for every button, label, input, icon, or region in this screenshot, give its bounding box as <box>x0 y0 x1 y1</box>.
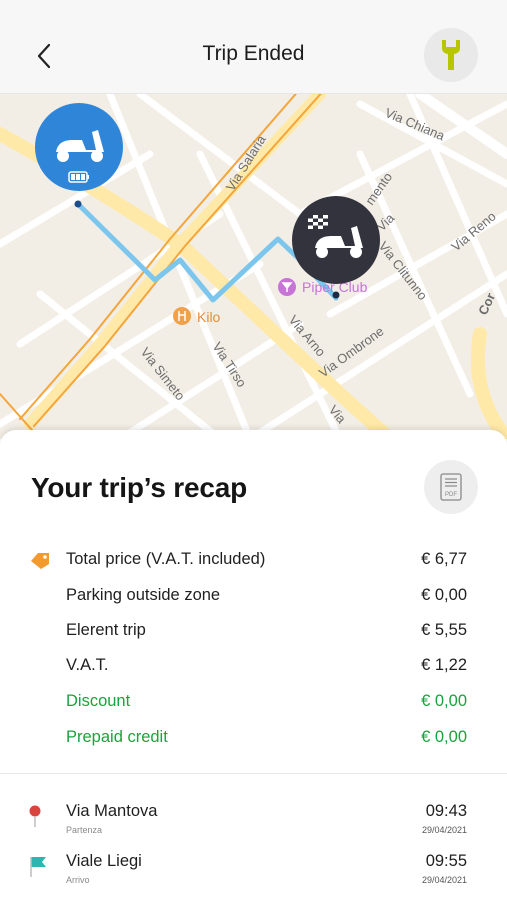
price-row-parking: Parking outside zone € 0,00 <box>0 582 507 612</box>
price-value: € 0,00 <box>421 728 467 746</box>
price-value: € 5,55 <box>421 621 467 639</box>
price-row-discount: Discount € 0,00 <box>0 688 507 718</box>
stop-time: 09:43 <box>425 802 467 820</box>
stop-name: Viale Liegi <box>66 852 142 870</box>
price-value: € 1,22 <box>421 656 467 674</box>
service-button[interactable] <box>424 28 478 82</box>
poi-kilo[interactable]: Kilo <box>173 307 221 325</box>
price-label: Elerent trip <box>66 621 146 639</box>
map-canvas: Via Chiana Via Salaria Via Clitunno Via … <box>0 94 507 439</box>
stop-name: Via Mantova <box>66 802 158 820</box>
stop-label: Partenza <box>66 825 103 835</box>
stop-label: Arrivo <box>66 875 90 885</box>
route-map[interactable]: Via Chiana Via Salaria Via Clitunno Via … <box>0 94 507 439</box>
recap-title: Your trip’s recap <box>31 472 247 503</box>
price-label: Prepaid credit <box>66 728 168 746</box>
pdf-receipt-button[interactable]: PDF <box>424 460 478 514</box>
svg-text:PDF: PDF <box>445 492 457 498</box>
price-value: € 0,00 <box>421 692 467 710</box>
stop-date: 29/04/2021 <box>421 875 467 885</box>
start-scooter-marker[interactable] <box>35 103 123 191</box>
start-pin-icon <box>29 805 41 827</box>
pdf-document-icon: PDF <box>440 473 462 501</box>
price-label: Parking outside zone <box>66 586 221 604</box>
trip-recap-sheet: Your trip’s recap PDF Total price (V.A.T… <box>0 430 507 900</box>
price-row-total: Total price (V.A.T. included) € 6,77 <box>0 546 507 576</box>
price-label: V.A.T. <box>66 656 109 674</box>
stop-time: 09:55 <box>425 852 467 870</box>
finish-flag-icon <box>30 857 46 877</box>
price-label: Discount <box>66 692 131 710</box>
end-finish-marker[interactable] <box>292 196 380 284</box>
price-row-vat: V.A.T. € 1,22 <box>0 652 507 682</box>
trip-start-row: Via Mantova Partenza 09:43 29/04/2021 <box>0 802 507 846</box>
top-bar: Trip Ended <box>0 0 507 94</box>
stop-date: 29/04/2021 <box>421 825 467 835</box>
price-label: Total price (V.A.T. included) <box>66 550 266 568</box>
price-row-trip: Elerent trip € 5,55 <box>0 617 507 647</box>
price-value: € 0,00 <box>421 586 467 604</box>
price-value: € 6,77 <box>421 550 467 568</box>
divider <box>0 773 507 774</box>
wrench-icon <box>442 40 460 70</box>
poi-label: Kilo <box>197 309 221 325</box>
trip-end-row: Viale Liegi Arrivo 09:55 29/04/2021 <box>0 852 507 896</box>
price-row-prepaid-credit: Prepaid credit € 0,00 <box>0 724 507 754</box>
price-tag-icon <box>31 553 49 569</box>
checkered-flag-icon <box>308 215 328 229</box>
